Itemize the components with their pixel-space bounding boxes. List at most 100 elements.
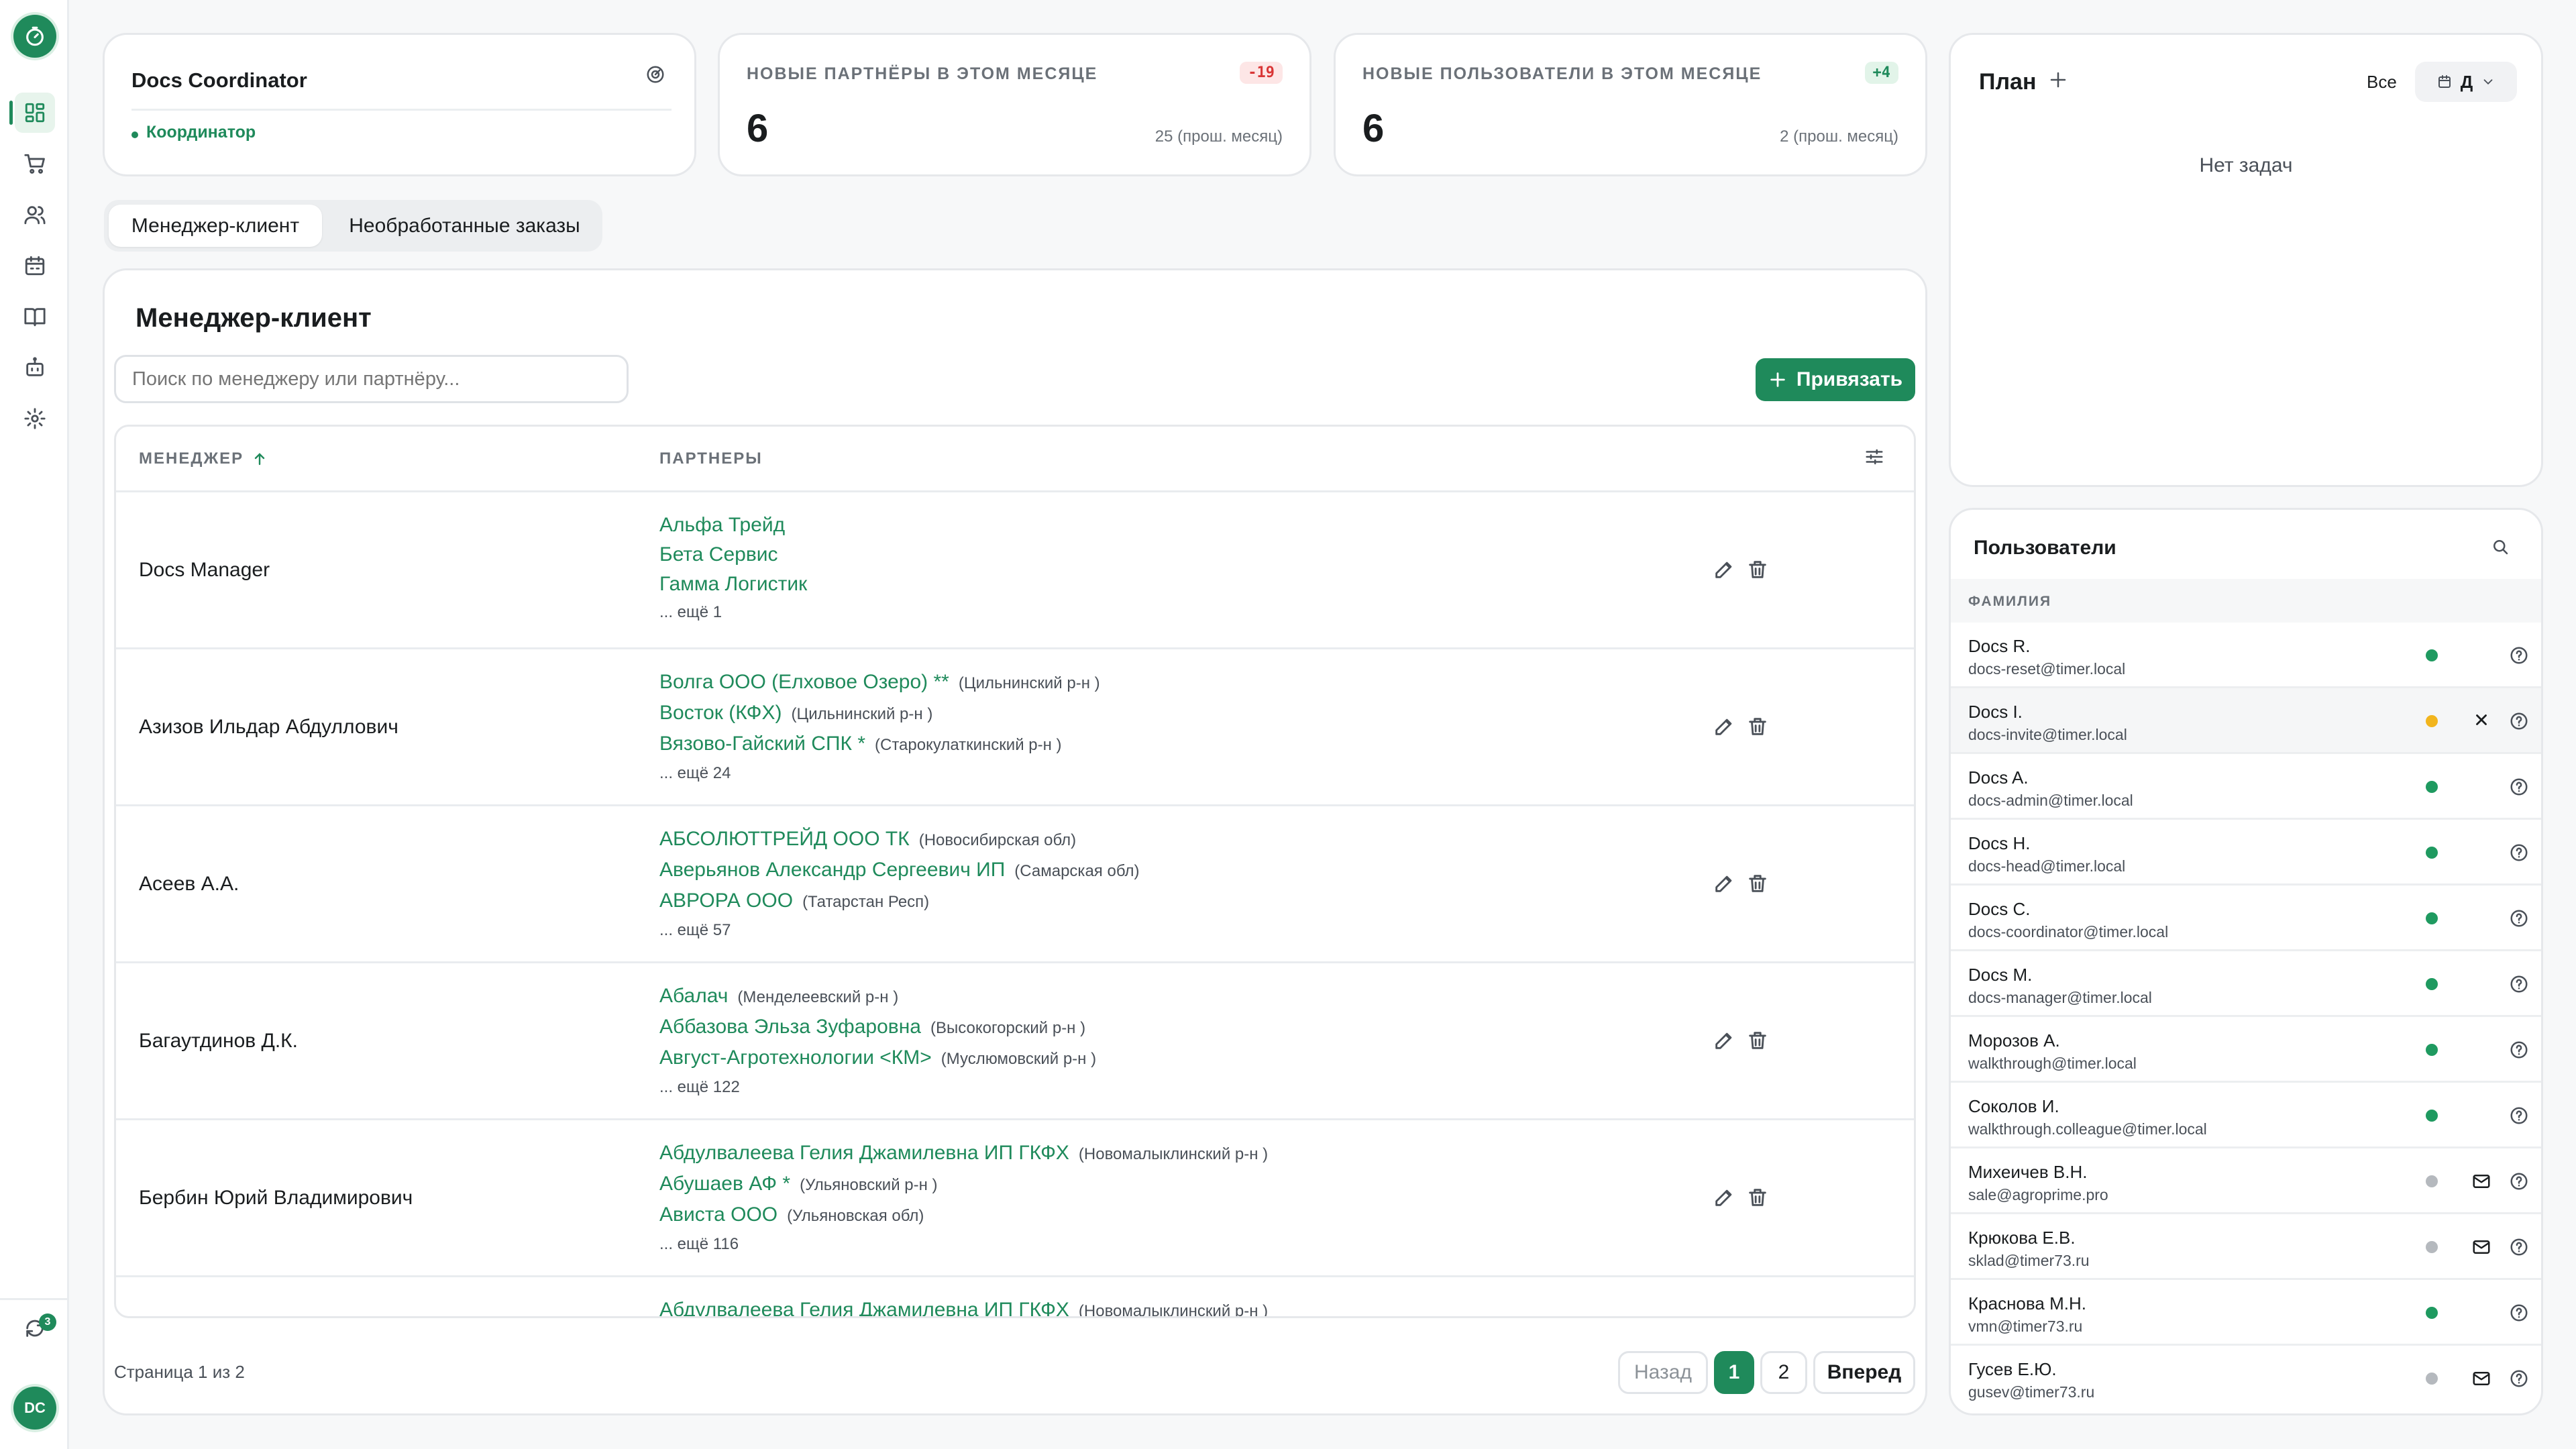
user-row[interactable]: Docs H. docs-head@timer.local [1951, 820, 2541, 885]
user-row[interactable]: Docs A. docs-admin@timer.local [1951, 754, 2541, 820]
delete-trash-icon[interactable] [1746, 872, 1769, 898]
delete-trash-icon[interactable] [1746, 1186, 1769, 1212]
help-circle-icon[interactable] [2509, 1106, 2529, 1129]
more-partners[interactable]: ... ещё 24 [659, 760, 1100, 787]
help-circle-icon[interactable] [2509, 974, 2529, 998]
delete-trash-icon[interactable] [1746, 715, 1769, 741]
plan-card: План Все Д Нет задач [1949, 33, 2543, 487]
partner-link[interactable]: Аббазова Эльза Зуфаровна [659, 1016, 921, 1038]
user-avatar[interactable]: DC [13, 1387, 56, 1430]
user-row[interactable]: Морозов А. walkthrough@timer.local [1951, 1017, 2541, 1083]
users-title: Пользователи [1974, 537, 2116, 559]
help-circle-icon[interactable] [2509, 1368, 2529, 1392]
partner-link[interactable]: Абдулвалеева Гелия Джамилевна ИП ГКФХ [659, 1142, 1069, 1164]
partner-link[interactable]: Восток (КФХ) [659, 702, 782, 724]
user-email: sale@agroprime.pro [1968, 1186, 2108, 1203]
user-row[interactable]: Гусев Е.Ю. gusev@timer73.ru [1951, 1346, 2541, 1411]
tab-manager-client[interactable]: Менеджер-клиент [109, 205, 322, 247]
delete-trash-icon[interactable] [1746, 1029, 1769, 1055]
user-email: docs-admin@timer.local [1968, 792, 2133, 809]
partner-link[interactable]: Волга ООО (Елховое Озеро) ** [659, 671, 949, 693]
more-partners[interactable]: ... ещё 116 [659, 1231, 1268, 1258]
app-logo-icon[interactable] [13, 15, 56, 58]
dashboard-icon[interactable] [15, 93, 55, 133]
user-row[interactable]: Docs C. docs-coordinator@timer.local [1951, 885, 2541, 951]
add-task-plus-icon[interactable] [2048, 70, 2068, 93]
partner-link[interactable]: Бета Сервис [659, 543, 778, 566]
partner-link[interactable]: Аверьянов Александр Сергеевич ИП [659, 859, 1005, 881]
plan-view-select[interactable]: Д [2415, 62, 2517, 102]
partner-link[interactable]: Вязово-Гайский СПК * [659, 733, 865, 755]
partner-region: (Высокогорский р-н ) [930, 1019, 1086, 1037]
user-row[interactable]: Docs I. docs-invite@timer.local [1951, 688, 2541, 754]
help-circle-icon[interactable] [2509, 645, 2529, 669]
send-email-icon[interactable] [2471, 1237, 2491, 1260]
tab-unprocessed-orders[interactable]: Необработанные заказы [332, 205, 597, 247]
partner-link[interactable]: Гамма Логистик [659, 573, 807, 595]
bind-button-label: Привязать [1796, 368, 1903, 390]
delete-trash-icon[interactable] [1746, 558, 1769, 584]
edit-pencil-icon[interactable] [1713, 1186, 1735, 1212]
user-row[interactable]: Соколов И. walkthrough.colleague@timer.lo… [1951, 1083, 2541, 1148]
partner-link[interactable]: АВРОРА ООО [659, 890, 793, 912]
plan-empty-state: Нет задач [2199, 154, 2293, 176]
help-circle-icon[interactable] [2509, 1040, 2529, 1063]
partner-list: АБСОЛЮТТРЕЙД ООО ТК (Новосибирская обл) А… [659, 824, 1139, 944]
user-row[interactable]: Docs M. docs-manager@timer.local [1951, 951, 2541, 1017]
target-icon[interactable] [645, 64, 665, 88]
page-button-1[interactable]: 1 [1714, 1351, 1754, 1394]
edit-pencil-icon[interactable] [1713, 558, 1735, 584]
table-row: Бербин Юрий Владимирович Абдулвалеева Ге… [116, 1120, 1914, 1275]
search-input[interactable] [114, 355, 629, 403]
users-column-lastname: ФАМИЛИЯ [1968, 594, 2052, 609]
partner-link[interactable]: Абалач [659, 985, 728, 1007]
more-partners[interactable]: ... ещё 122 [659, 1074, 1096, 1101]
settings-gear-icon[interactable] [15, 398, 55, 439]
column-header-manager[interactable]: МЕНЕДЖЕР [139, 449, 268, 468]
bot-icon[interactable] [15, 347, 55, 388]
stat-users-value: 6 [1362, 107, 1385, 150]
partner-link[interactable]: Абушаев АФ * [659, 1173, 790, 1195]
search-icon[interactable] [2490, 537, 2510, 560]
help-circle-icon[interactable] [2509, 1171, 2529, 1195]
user-row[interactable]: Docs R. docs-reset@timer.local [1951, 623, 2541, 688]
partner-link[interactable]: Август-Агротехнологии <КМ> [659, 1046, 932, 1069]
edit-pencil-icon[interactable] [1713, 872, 1735, 898]
stat-partners-value: 6 [747, 107, 769, 150]
edit-pencil-icon[interactable] [1713, 715, 1735, 741]
prev-page-button[interactable]: Назад [1618, 1351, 1708, 1394]
partner-link[interactable]: Альфа Трейд [659, 514, 785, 536]
partner-region: (Новомалыклинский р-н ) [1078, 1145, 1269, 1163]
plan-filter-all[interactable]: Все [2367, 72, 2397, 93]
send-email-icon[interactable] [2471, 1368, 2491, 1392]
partner-link[interactable]: АБСОЛЮТТРЕЙД ООО ТК [659, 828, 910, 850]
edit-pencil-icon[interactable] [1713, 1029, 1735, 1055]
chevron-down-icon [2483, 79, 2493, 85]
book-icon[interactable] [15, 297, 55, 337]
help-circle-icon[interactable] [2509, 908, 2529, 932]
column-settings-sliders-icon[interactable] [1864, 447, 1884, 470]
user-row[interactable]: Краснова М.Н. vmn@timer73.ru [1951, 1280, 2541, 1346]
revoke-invite-close-icon[interactable] [2473, 711, 2490, 732]
help-circle-icon[interactable] [2509, 843, 2529, 866]
help-circle-icon[interactable] [2509, 1303, 2529, 1326]
partner-link[interactable]: Абдулвалеева Гелия Джамилевна ИП ГКФХ [659, 1299, 1069, 1316]
cart-icon[interactable] [15, 144, 55, 184]
users-icon[interactable] [15, 195, 55, 235]
partner-link[interactable]: Ависта ООО [659, 1203, 777, 1226]
page-button-2[interactable]: 2 [1760, 1351, 1807, 1394]
next-page-button[interactable]: Вперед [1813, 1351, 1915, 1394]
user-email: walkthrough@timer.local [1968, 1055, 2137, 1072]
user-row[interactable]: Михеичев В.Н. sale@agroprime.pro [1951, 1148, 2541, 1214]
bind-button[interactable]: Привязать [1756, 358, 1915, 401]
calendar-icon[interactable] [15, 246, 55, 286]
more-partners[interactable]: ... ещё 1 [659, 599, 807, 626]
user-row[interactable]: Крюкова Е.В. sklad@timer73.ru [1951, 1214, 2541, 1280]
send-email-icon[interactable] [2471, 1171, 2491, 1195]
section-title: Менеджер-клиент [136, 303, 372, 333]
more-partners[interactable]: ... ещё 57 [659, 917, 1139, 944]
help-circle-icon[interactable] [2509, 711, 2529, 735]
help-circle-icon[interactable] [2509, 777, 2529, 800]
help-circle-icon[interactable] [2509, 1237, 2529, 1260]
status-dot [2426, 1110, 2438, 1122]
